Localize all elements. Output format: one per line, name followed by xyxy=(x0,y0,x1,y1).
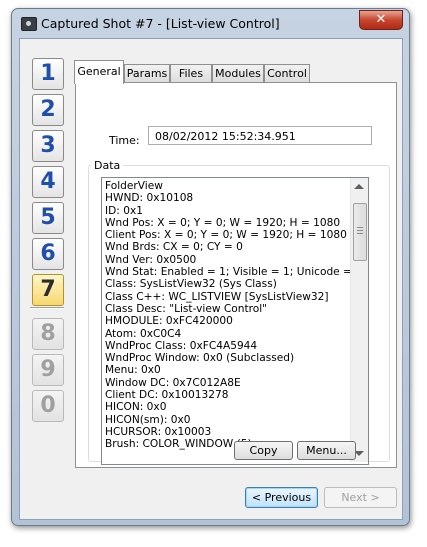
data-list-line[interactable]: Class Desc: "List-view Control" xyxy=(105,303,350,315)
time-label: Time: xyxy=(109,134,140,147)
data-list-line[interactable]: Menu: 0x0 xyxy=(105,364,350,376)
data-list-line[interactable]: Wnd Stat: Enabled = 1; Visible = 1; Unic… xyxy=(105,266,350,278)
data-list-line[interactable]: HMODULE: 0xFC420000 xyxy=(105,315,350,327)
shot-button-2[interactable]: 2 xyxy=(32,94,64,126)
shot-button-8[interactable]: 8 xyxy=(32,318,64,350)
data-list-line[interactable]: WndProc Class: 0xFC4A5944 xyxy=(105,340,350,352)
data-list-line[interactable]: HWND: 0x10108 xyxy=(105,192,350,204)
tab-modules[interactable]: Modules xyxy=(212,64,264,83)
data-list-line[interactable]: Client Pos: X = 0; Y = 0; W = 1920; H = … xyxy=(105,229,350,241)
data-list-line[interactable]: WndProc Window: 0x0 (Subclassed) xyxy=(105,352,350,364)
client-area: 1 2 3 4 5 6 7 8 9 0 General Params Files… xyxy=(19,38,403,520)
grip-line xyxy=(357,227,363,228)
data-list-line[interactable]: Class: SysListView32 (Sys Class) xyxy=(105,278,350,290)
next-button[interactable]: Next > xyxy=(324,487,397,508)
data-list-line[interactable]: Atom: 0xC0C4 xyxy=(105,328,350,340)
data-list-line[interactable]: Wnd Ver: 0x0500 xyxy=(105,254,350,266)
data-list-line[interactable]: HCURSOR: 0x10003 xyxy=(105,426,350,438)
shot-button-6[interactable]: 6 xyxy=(32,238,64,270)
general-tab-page: Time: 08/02/2012 15:52:34.951 Data Folde… xyxy=(75,82,397,468)
shot-button-3[interactable]: 3 xyxy=(32,130,64,162)
title-bar[interactable]: Captured Shot #7 - [List-view Control] ✕ xyxy=(12,9,409,37)
data-list-line[interactable]: FolderView xyxy=(105,180,350,192)
scroll-thumb[interactable] xyxy=(353,203,367,261)
time-field[interactable]: 08/02/2012 15:52:34.951 xyxy=(148,126,372,145)
tab-params[interactable]: Params xyxy=(124,64,170,83)
data-group-label: Data xyxy=(91,159,124,172)
shot-button-4[interactable]: 4 xyxy=(32,166,64,198)
data-list-line[interactable]: Wnd Brds: CX = 0; CY = 0 xyxy=(105,241,350,253)
data-list-line[interactable]: HICON: 0x0 xyxy=(105,401,350,413)
tab-files[interactable]: Files xyxy=(170,64,212,83)
data-list-line[interactable]: Window DC: 0x7C012A8E xyxy=(105,377,350,389)
grip-line xyxy=(357,233,363,234)
grip-line xyxy=(357,230,363,231)
vertical-scrollbar[interactable] xyxy=(350,178,368,462)
close-button[interactable]: ✕ xyxy=(359,10,403,30)
window-title: Captured Shot #7 - [List-view Control] xyxy=(41,16,280,31)
tab-control[interactable]: Control xyxy=(264,64,310,83)
data-list-line[interactable]: ID: 0x1 xyxy=(105,205,350,217)
data-list-line[interactable]: Wnd Pos: X = 0; Y = 0; W = 1920; H = 108… xyxy=(105,217,350,229)
data-list-content: FolderView HWND: 0x10108 ID: 0x1 Wnd Pos: X… xyxy=(105,180,350,460)
data-list-line[interactable]: Client DC: 0x10013278 xyxy=(105,389,350,401)
shot-button-7[interactable]: 7 xyxy=(32,274,64,306)
data-list-line[interactable]: Class C++: WC_LISTVIEW [SysListView32] xyxy=(105,291,350,303)
camera-icon xyxy=(21,17,37,31)
main-window: Captured Shot #7 - [List-view Control] ✕… xyxy=(11,8,410,526)
shot-button-9[interactable]: 9 xyxy=(32,354,64,386)
shot-button-5[interactable]: 5 xyxy=(32,202,64,234)
tab-general[interactable]: General xyxy=(74,60,124,84)
shot-button-1[interactable]: 1 xyxy=(32,58,64,90)
nav-divider xyxy=(30,307,64,309)
data-list-line[interactable]: HICON(sm): 0x0 xyxy=(105,414,350,426)
menu-button[interactable]: Menu... xyxy=(297,441,356,460)
shot-button-0[interactable]: 0 xyxy=(32,390,64,422)
previous-button[interactable]: < Previous xyxy=(245,487,318,508)
data-list[interactable]: FolderView HWND: 0x10108 ID: 0x1 Wnd Pos: X… xyxy=(101,177,369,465)
scroll-up-arrow-icon[interactable] xyxy=(354,184,364,189)
copy-button[interactable]: Copy xyxy=(234,441,293,460)
